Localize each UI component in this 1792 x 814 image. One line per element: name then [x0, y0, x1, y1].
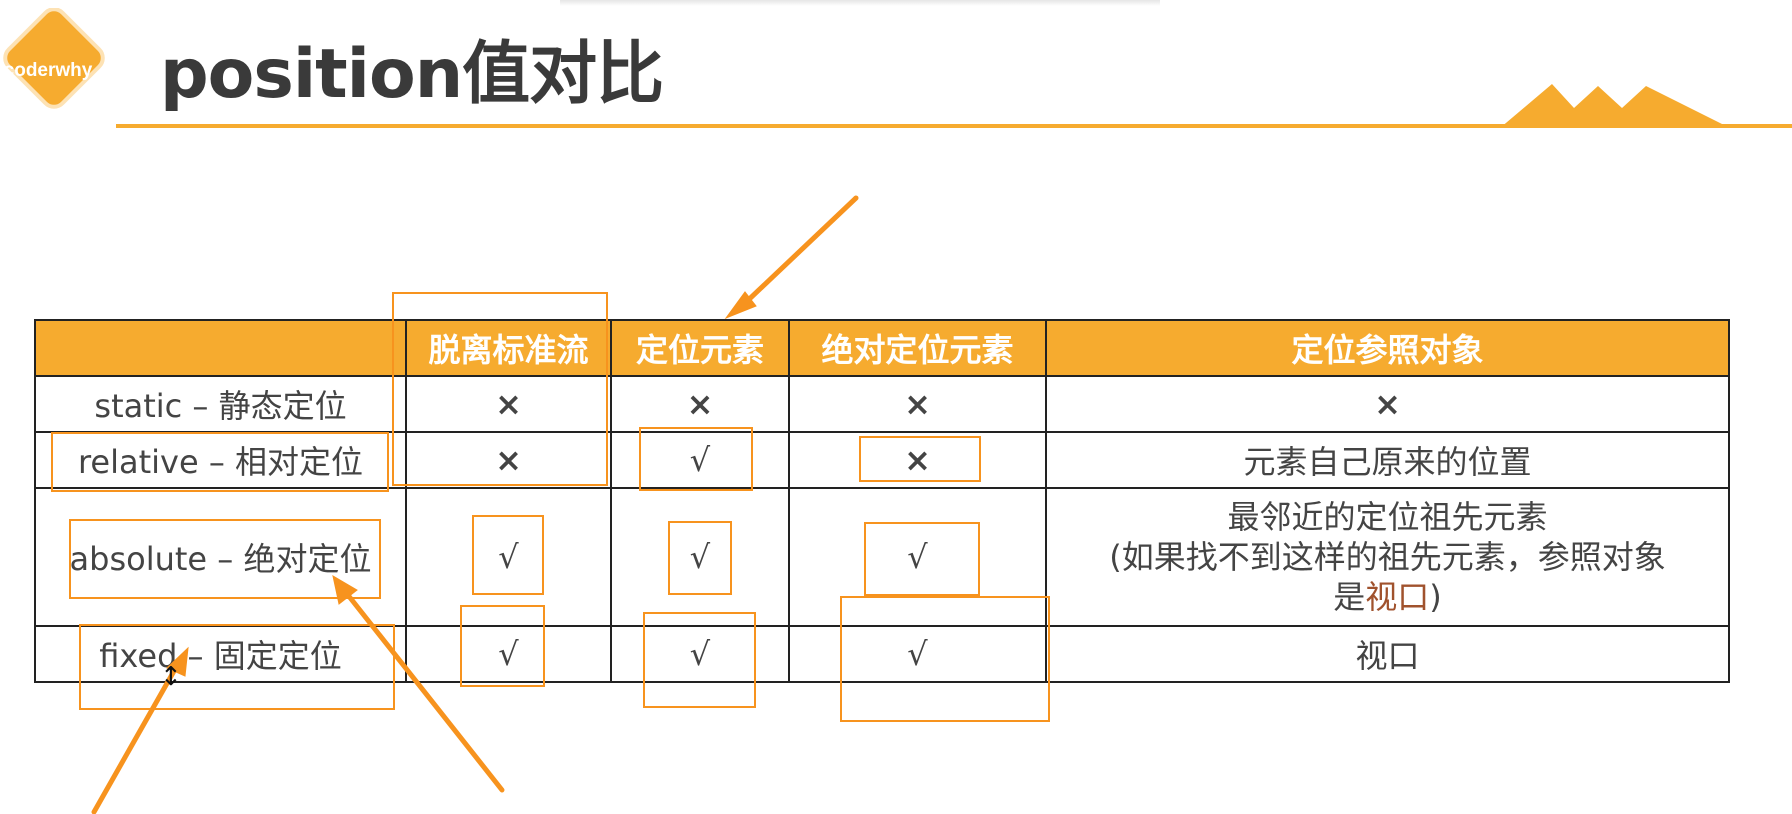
cross-mark: ×: [405, 375, 612, 433]
cross-mark: ×: [788, 431, 1047, 489]
reference-line-3: 是视口): [1047, 577, 1728, 617]
check-mark: √: [610, 431, 790, 489]
cross-mark: ×: [788, 375, 1047, 433]
annotation-arrow-top: [739, 195, 859, 309]
page-title: position值对比: [160, 35, 664, 114]
reference-line-1: 最邻近的定位祖先元素: [1227, 498, 1548, 536]
reference-cell: 元素自己原来的位置: [1045, 431, 1730, 489]
check-mark: √: [610, 487, 790, 627]
check-mark: √: [788, 625, 1047, 683]
cross-mark: ×: [610, 375, 790, 433]
cross-mark: ×: [1045, 375, 1730, 433]
row-label: static – 静态定位: [34, 375, 407, 433]
table-header-row: 脱离标准流 定位元素 绝对定位元素 定位参照对象: [34, 319, 1730, 377]
table-row-absolute: absolute – 绝对定位 √ √ √ 最邻近的定位祖先元素 (如果找不到这…: [34, 487, 1730, 627]
resize-vertical-cursor-icon: ↕: [160, 662, 182, 692]
position-comparison-table: 脱离标准流 定位元素 绝对定位元素 定位参照对象 static – 静态定位 ×…: [34, 319, 1730, 683]
header-positioned: 定位元素: [610, 319, 790, 377]
row-label: fixed – 固定定位: [34, 625, 407, 683]
check-mark: √: [405, 487, 612, 627]
header-reference: 定位参照对象: [1045, 319, 1730, 377]
table-row-static: static – 静态定位 × × × ×: [34, 375, 1730, 433]
check-mark: √: [610, 625, 790, 683]
reference-cell: 最邻近的定位祖先元素 (如果找不到这样的祖先元素，参照对象 是视口): [1045, 487, 1730, 627]
reference-line-3-start: 是: [1333, 578, 1366, 616]
header-detached: 脱离标准流: [405, 319, 612, 377]
check-mark: √: [788, 487, 1047, 627]
header-blank: [34, 319, 407, 377]
cross-mark: ×: [405, 431, 612, 489]
reference-cell: 视口: [1045, 625, 1730, 683]
reference-line-2: (如果找不到这样的祖先元素，参照对象: [1109, 538, 1666, 576]
row-label: relative – 相对定位: [34, 431, 407, 489]
row-label: absolute – 绝对定位: [34, 487, 407, 627]
reference-line-3-end: ): [1429, 578, 1442, 616]
coderwhy-logo: coderwhy: [0, 7, 112, 124]
mountains-decoration-icon: [1500, 84, 1730, 128]
annotation-arrowhead-top: [724, 291, 757, 320]
table-row-fixed: fixed – 固定定位 √ √ √ 视口: [34, 625, 1730, 683]
top-shadow: [560, 0, 1160, 6]
logo-text: coderwhy: [3, 60, 93, 81]
header-absolute-positioned: 绝对定位元素: [788, 319, 1047, 377]
table-row-relative: relative – 相对定位 × √ × 元素自己原来的位置: [34, 431, 1730, 489]
check-mark: √: [405, 625, 612, 683]
reference-highlight: 视口: [1365, 578, 1430, 616]
